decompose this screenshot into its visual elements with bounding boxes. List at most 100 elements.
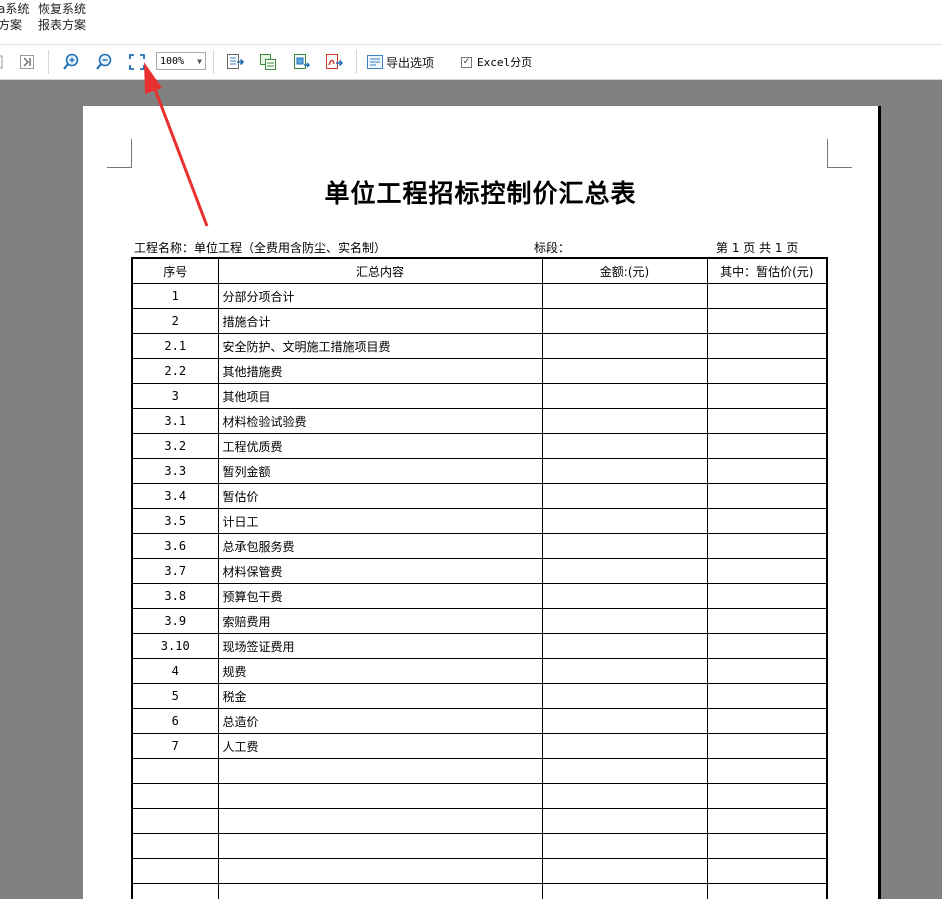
header-provisional: 其中：暂估价(元) <box>706 257 828 284</box>
table-row: 1 分部分项合计 <box>131 283 828 309</box>
row-amount <box>541 408 708 434</box>
row-amount <box>541 333 708 359</box>
table-row: 3.10 现场签证费用 <box>131 633 828 659</box>
row-provisional <box>706 733 828 759</box>
row-content <box>217 858 543 884</box>
row-seq: 3.6 <box>131 533 219 559</box>
table-row: 3.9 索赔费用 <box>131 608 828 634</box>
row-seq: 2.1 <box>131 333 219 359</box>
row-provisional <box>706 608 828 634</box>
row-content: 总造价 <box>217 708 543 734</box>
export-pdf-button[interactable] <box>324 52 344 72</box>
row-seq: 3.2 <box>131 433 219 459</box>
ribbon-button-label-1: a系统 <box>0 2 30 16</box>
zoom-out-icon <box>96 53 112 70</box>
table-row: 2.1 安全防护、文明施工措施项目费 <box>131 333 828 359</box>
zoom-value: 100% <box>160 56 185 67</box>
table-row: 4 规费 <box>131 658 828 684</box>
toolbar-separator <box>213 50 214 74</box>
report-page: 单位工程招标控制价汇总表 工程名称：单位工程（全费用含防尘、实名制） 标段： 第… <box>83 106 878 899</box>
row-content: 其他措施费 <box>217 358 543 384</box>
row-provisional <box>706 508 828 534</box>
export-button-1[interactable] <box>225 52 245 72</box>
row-seq: 6 <box>131 708 219 734</box>
row-content: 预算包干费 <box>217 583 543 609</box>
ribbon-button-label-2: 方案 <box>0 18 23 32</box>
row-content: 措施合计 <box>217 308 543 334</box>
excel-paging-checkbox[interactable]: ✓ <box>461 56 472 68</box>
table-row: 3.3 暂列金额 <box>131 458 828 484</box>
row-content: 其他项目 <box>217 383 543 409</box>
summary-table: 序号 汇总内容 金额:(元) 其中：暂估价(元) 1 分部分项合计 2 措施合计 2.1… <box>131 257 828 899</box>
partial-nav-icon <box>0 55 3 69</box>
prev-page-button[interactable] <box>0 52 4 72</box>
row-provisional <box>706 783 828 809</box>
row-seq: 7 <box>131 733 219 759</box>
row-provisional <box>706 833 828 859</box>
row-content <box>217 783 543 809</box>
table-row: 3.4 暂估价 <box>131 483 828 509</box>
row-provisional <box>706 708 828 734</box>
row-content: 规费 <box>217 658 543 684</box>
export-options-label: 导出选项 <box>386 55 435 70</box>
row-seq: 3.1 <box>131 408 219 434</box>
row-content: 税金 <box>217 683 543 709</box>
export-pdf-icon <box>326 54 343 69</box>
chevron-down-icon: ▼ <box>197 57 202 66</box>
zoom-in-button[interactable] <box>60 52 82 72</box>
export-button-2[interactable] <box>258 52 278 72</box>
ribbon-button-restore-system[interactable]: 恢复系统 报表方案 <box>38 1 86 33</box>
last-page-icon <box>20 55 34 69</box>
row-content: 暂估价 <box>217 483 543 509</box>
row-provisional <box>706 658 828 684</box>
row-seq: 5 <box>131 683 219 709</box>
report-title: 单位工程招标控制价汇总表 <box>324 179 637 208</box>
row-amount <box>541 708 708 734</box>
row-amount <box>541 858 708 884</box>
row-amount <box>541 658 708 684</box>
row-amount <box>541 633 708 659</box>
zoom-select[interactable]: 100% ▼ <box>156 52 206 70</box>
row-provisional <box>706 858 828 884</box>
row-amount <box>541 783 708 809</box>
row-amount <box>541 308 708 334</box>
row-amount <box>541 433 708 459</box>
row-seq: 3.3 <box>131 458 219 484</box>
row-provisional <box>706 483 828 509</box>
row-seq: 3.5 <box>131 508 219 534</box>
row-amount <box>541 383 708 409</box>
row-provisional <box>706 358 828 384</box>
row-provisional <box>706 333 828 359</box>
row-content: 材料保管费 <box>217 558 543 584</box>
row-provisional <box>706 883 828 899</box>
excel-paging-toggle[interactable]: ✓ Excel分页 <box>461 52 532 72</box>
row-amount <box>541 558 708 584</box>
row-provisional <box>706 308 828 334</box>
export-image-icon <box>294 54 310 69</box>
ribbon-button-system-scheme[interactable]: a系统 方案 <box>0 1 29 33</box>
row-seq: 3 <box>131 383 219 409</box>
zoom-out-button[interactable] <box>93 52 115 72</box>
row-amount <box>541 883 708 899</box>
last-page-button[interactable] <box>18 52 36 72</box>
table-row: 3.7 材料保管费 <box>131 558 828 584</box>
preview-toolbar: 100% ▼ 导出选项 ✓ Excel分页 <box>0 45 942 80</box>
row-content: 现场签证费用 <box>217 633 543 659</box>
table-row: 6 总造价 <box>131 708 828 734</box>
row-amount <box>541 508 708 534</box>
crop-mark-top-right <box>827 139 852 168</box>
fit-page-button[interactable] <box>127 52 147 72</box>
table-row <box>131 858 828 884</box>
row-seq: 2 <box>131 308 219 334</box>
row-seq: 2.2 <box>131 358 219 384</box>
row-content <box>217 833 543 859</box>
table-header-row: 序号 汇总内容 金额:(元) 其中：暂估价(元) <box>131 257 828 284</box>
table-row: 7 人工费 <box>131 733 828 759</box>
row-seq: 3.8 <box>131 583 219 609</box>
toolbar-separator <box>48 50 49 74</box>
table-row <box>131 883 828 899</box>
export-button-3[interactable] <box>291 52 311 72</box>
export-options-button[interactable]: 导出选项 <box>367 52 434 72</box>
report-preview-area[interactable]: 单位工程招标控制价汇总表 工程名称：单位工程（全费用含防尘、实名制） 标段： 第… <box>0 80 942 899</box>
table-row <box>131 758 828 784</box>
